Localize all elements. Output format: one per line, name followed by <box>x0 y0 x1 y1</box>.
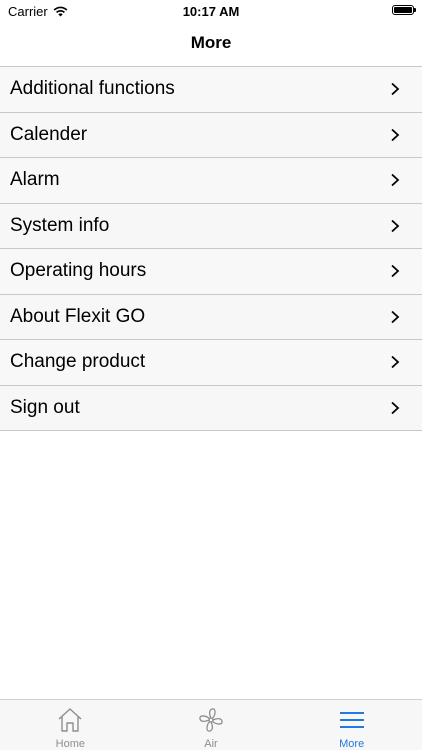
home-icon <box>58 708 82 732</box>
chevron-right-icon <box>391 356 400 369</box>
menu-item-label: Additional functions <box>10 78 175 100</box>
tab-home[interactable]: Home <box>0 700 141 750</box>
chevron-right-icon <box>391 401 400 414</box>
menu-item-system-info[interactable]: System info <box>0 203 422 249</box>
menu-item-additional-functions[interactable]: Additional functions <box>0 67 422 113</box>
menu-item-label: About Flexit GO <box>10 305 146 327</box>
menu-item-operating-hours[interactable]: Operating hours <box>0 249 422 295</box>
menu-item-sign-out[interactable]: Sign out <box>0 385 422 431</box>
battery-icon <box>392 5 416 15</box>
menu-item-label: Calender <box>10 123 88 145</box>
menu-item-change-product[interactable]: Change product <box>0 340 422 386</box>
status-time: 10:17 AM <box>182 4 240 19</box>
menu-list: Additional functions Calender Alarm Syst… <box>0 66 422 431</box>
menu-item-label: Alarm <box>10 169 60 191</box>
menu-item-label: Sign out <box>10 396 80 418</box>
menu-item-calender[interactable]: Calender <box>0 112 422 158</box>
nav-bar: More <box>0 22 422 66</box>
tab-label: More <box>339 738 365 750</box>
tab-label: Air <box>204 738 218 750</box>
battery-fill <box>394 7 412 13</box>
chevron-right-icon <box>391 128 400 141</box>
menu-item-label: Change product <box>10 351 146 373</box>
menu-item-alarm[interactable]: Alarm <box>0 158 422 204</box>
tab-bar: Home Air More <box>0 699 422 750</box>
chevron-right-icon <box>391 265 400 278</box>
menu-item-label: System info <box>10 214 110 236</box>
fan-icon <box>199 708 223 732</box>
status-bar: Carrier 10:17 AM <box>0 0 422 22</box>
chevron-right-icon <box>391 83 400 96</box>
chevron-right-icon <box>391 310 400 323</box>
tab-air[interactable]: Air <box>141 700 282 750</box>
page-title: More <box>190 33 232 52</box>
chevron-right-icon <box>391 174 400 187</box>
menu-item-about[interactable]: About Flexit GO <box>0 294 422 340</box>
menu-item-label: Operating hours <box>10 260 147 282</box>
tab-more[interactable]: More <box>281 700 422 750</box>
chevron-right-icon <box>391 219 400 232</box>
hamburger-menu-icon <box>339 712 364 728</box>
tab-label: Home <box>55 738 85 750</box>
